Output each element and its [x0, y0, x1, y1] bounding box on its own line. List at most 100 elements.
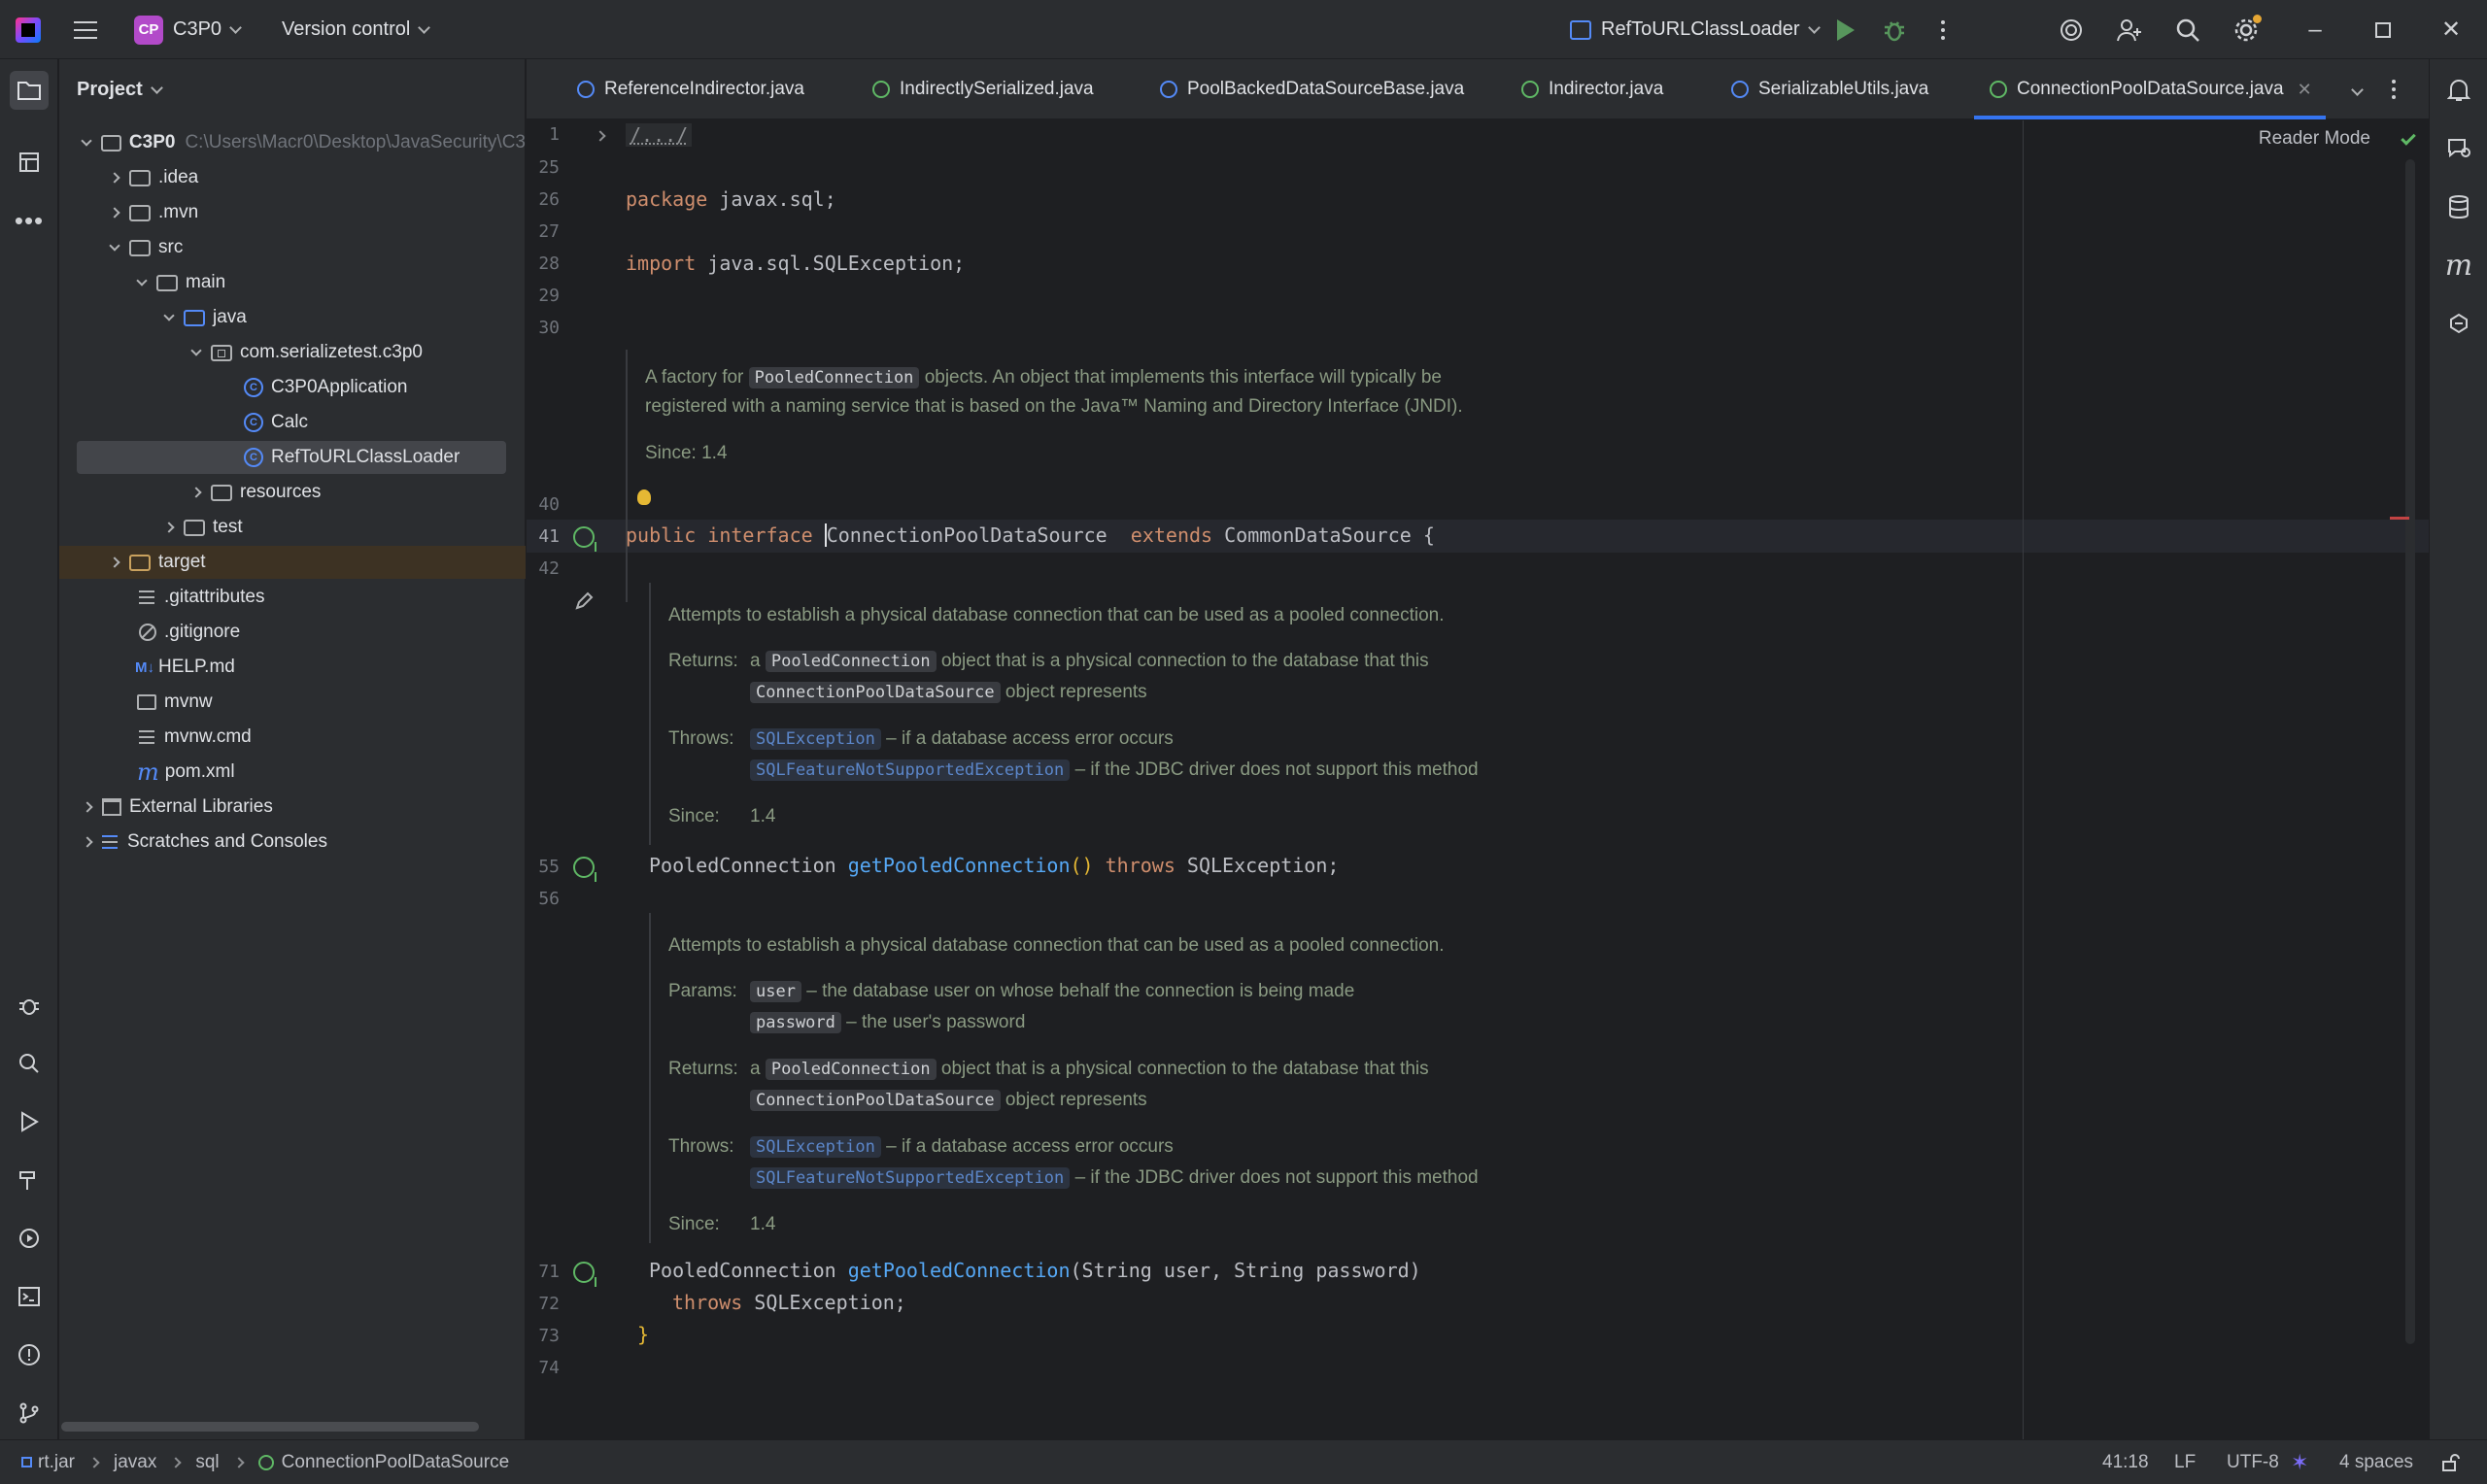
run-button[interactable] — [1826, 0, 1865, 59]
database-button[interactable] — [2439, 187, 2478, 226]
tree-item-c3p0application[interactable]: C C3P0Application — [59, 371, 526, 404]
debug-tool-button[interactable] — [10, 986, 49, 1025]
reader-mode-toggle[interactable]: Reader Mode — [2259, 128, 2370, 150]
tree-item-label: resources — [240, 482, 322, 502]
tab-connection-pool-data-source[interactable]: ConnectionPoolDataSource.java ✕ — [1974, 59, 2326, 119]
build-tool-button[interactable] — [10, 1161, 49, 1199]
tree-item-java[interactable]: java — [59, 301, 526, 334]
settings-button[interactable] — [2227, 0, 2266, 59]
tree-item-target[interactable]: target — [59, 546, 526, 579]
tree-item-test[interactable]: test — [59, 511, 526, 544]
ai-chat-button[interactable] — [2439, 129, 2478, 168]
run-tool-button[interactable] — [10, 1102, 49, 1141]
breadcrumb-item[interactable]: sql — [195, 1452, 219, 1473]
tab-more-actions[interactable] — [2392, 59, 2396, 119]
lightbulb-icon[interactable] — [637, 489, 651, 505]
tree-item-calc[interactable]: C Calc — [59, 406, 526, 439]
debug-button[interactable] — [1875, 0, 1914, 59]
exception-link[interactable]: SQLException — [750, 1136, 881, 1158]
search-icon — [2168, 11, 2207, 50]
exception-link[interactable]: SQLFeatureNotSupportedException — [750, 1167, 1071, 1189]
tree-item-package[interactable]: com.serializetest.c3p0 — [59, 336, 526, 369]
git-tool-button[interactable] — [10, 1394, 49, 1433]
tree-item-root[interactable]: C3P0 C:\Users\Macr0\Desktop\JavaSecurity… — [59, 126, 526, 159]
run-config-selector[interactable]: RefToURLClassLoader — [1570, 0, 1821, 59]
app-logo-icon[interactable] — [16, 0, 41, 59]
fold-arrow-icon[interactable] — [595, 130, 606, 142]
ai-assistant-side-button[interactable] — [2439, 304, 2478, 343]
error-stripe-marker[interactable] — [2390, 517, 2409, 520]
tree-item-mvnw-cmd[interactable]: mvnw.cmd — [59, 721, 526, 754]
project-tool-button[interactable] — [10, 71, 49, 110]
tree-item-scratches[interactable]: Scratches and Consoles — [59, 826, 526, 859]
doc-text: – if a database access error occurs — [886, 728, 1174, 749]
tree-item-gitignore[interactable]: .gitignore — [59, 616, 526, 649]
tree-item-external-libraries[interactable]: External Libraries — [59, 791, 526, 824]
tree-item-help-md[interactable]: M↓ HELP.md — [59, 651, 526, 684]
line-ending[interactable]: LF — [2174, 1440, 2196, 1484]
minimize-button[interactable]: – — [2281, 0, 2349, 59]
folded-header[interactable]: /.../ — [626, 123, 693, 147]
line-number: 25 — [538, 157, 560, 178]
find-tool-button[interactable] — [10, 1044, 49, 1083]
git-branch-icon — [19, 1402, 39, 1424]
doc-text: object represents — [1005, 682, 1147, 702]
tree-item-mvn[interactable]: .mvn — [59, 196, 526, 229]
close-window-button[interactable]: ✕ — [2417, 0, 2485, 59]
tab-list-dropdown[interactable] — [2351, 59, 2364, 119]
breadcrumb-item[interactable]: rt.jar — [38, 1452, 75, 1473]
tree-item-mvnw[interactable]: mvnw — [59, 686, 526, 719]
tab-reference-indirector[interactable]: ReferenceIndirector.java — [577, 59, 804, 119]
implemented-gutter-icon[interactable] — [573, 526, 596, 552]
version-control-menu[interactable]: Version control — [282, 0, 431, 59]
exception-link[interactable]: SQLException — [750, 728, 881, 750]
project-panel-header[interactable]: Project — [59, 59, 525, 119]
code-chip: PooledConnection — [765, 651, 937, 672]
terminal-tool-button[interactable] — [10, 1277, 49, 1316]
breadcrumb-item[interactable]: ConnectionPoolDataSource — [282, 1452, 510, 1473]
tab-indirector[interactable]: Indirector.java — [1521, 59, 1663, 119]
more-actions-button[interactable] — [1924, 0, 1962, 59]
tree-item-pom-xml[interactable]: m pom.xml — [59, 756, 526, 789]
ai-assistant-button[interactable] — [2052, 0, 2091, 59]
horizontal-scrollbar[interactable] — [61, 1422, 479, 1432]
implemented-gutter-icon[interactable] — [573, 857, 596, 882]
structure-tool-button[interactable] — [10, 143, 49, 182]
services-tool-button[interactable] — [10, 1219, 49, 1258]
problems-tool-button[interactable] — [10, 1335, 49, 1374]
tab-indirectly-serialized[interactable]: IndirectlySerialized.java — [872, 59, 1094, 119]
module-folder-icon — [100, 134, 121, 152]
file-encoding[interactable]: UTF-8 — [2227, 1440, 2279, 1484]
collapse-arrow-icon — [190, 487, 202, 498]
tree-item-src[interactable]: src — [59, 231, 526, 264]
add-user-button[interactable] — [2110, 0, 2149, 59]
vertical-scrollbar[interactable] — [2405, 159, 2415, 1344]
exception-link[interactable]: SQLFeatureNotSupportedException — [750, 759, 1071, 781]
project-switcher[interactable]: CP C3P0 — [134, 0, 242, 59]
ai-status-icon[interactable]: ✶ — [2291, 1440, 2308, 1484]
more-tools-button[interactable]: ••• — [10, 201, 49, 240]
breadcrumb-item[interactable]: javax — [114, 1452, 156, 1473]
maven-button[interactable]: m — [2439, 246, 2478, 285]
tree-item-main[interactable]: main — [59, 266, 526, 299]
param-chip: password — [750, 1012, 841, 1033]
tree-item-gitattributes[interactable]: .gitattributes — [59, 581, 526, 614]
class-icon: C — [244, 448, 263, 467]
edit-doc-pencil-icon[interactable] — [573, 590, 595, 618]
tree-item-reftourlclassloader[interactable]: C RefToURLClassLoader — [77, 441, 506, 474]
code-editor[interactable]: Reader Mode 1 25 26 27 28 29 30 40 41 42… — [527, 120, 2429, 1439]
read-only-lock-icon[interactable] — [2440, 1440, 2460, 1484]
tab-pool-backed-data-source-base[interactable]: PoolBackedDataSourceBase.java — [1160, 59, 1464, 119]
caret-position[interactable]: 41:18 — [2102, 1440, 2149, 1484]
tree-item-resources[interactable]: resources — [59, 476, 526, 509]
inspection-ok-icon[interactable] — [2401, 130, 2416, 146]
search-everywhere-button[interactable] — [2168, 0, 2207, 59]
close-tab-icon[interactable]: ✕ — [2298, 80, 2312, 100]
implemented-gutter-icon[interactable] — [573, 1262, 596, 1287]
restore-button[interactable] — [2349, 0, 2417, 59]
indent-setting[interactable]: 4 spaces — [2339, 1440, 2413, 1484]
tab-serializable-utils[interactable]: SerializableUtils.java — [1731, 59, 1928, 119]
main-menu-button[interactable] — [74, 0, 97, 59]
tree-item-idea[interactable]: .idea — [59, 161, 526, 194]
notifications-button[interactable] — [2439, 71, 2478, 110]
